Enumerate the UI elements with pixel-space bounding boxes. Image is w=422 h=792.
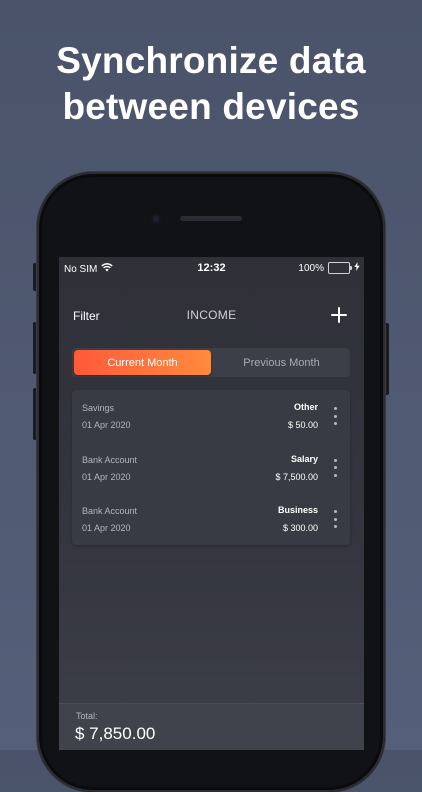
- promo-headline-line1: Synchronize data: [56, 40, 366, 81]
- promo-headline-line2: between devices: [62, 86, 360, 127]
- total-label: Total:: [76, 711, 98, 721]
- row-category: Salary: [290, 453, 318, 464]
- transaction-row[interactable]: Savings 01 Apr 2020 Other $ 50.00: [72, 390, 350, 442]
- add-button[interactable]: [328, 304, 350, 326]
- status-right: 100%: [298, 262, 360, 274]
- battery-icon: [328, 262, 352, 274]
- status-bar: No SIM 12:32 100%: [59, 257, 364, 279]
- row-account: Bank Account: [82, 506, 138, 517]
- more-vertical-icon[interactable]: [330, 458, 340, 477]
- period-segmented-control: Current Month Previous Month: [72, 348, 350, 377]
- total-footer: Total: $ 7,850.00: [59, 703, 364, 750]
- row-date: 01 Apr 2020: [82, 523, 131, 534]
- row-date: 01 Apr 2020: [82, 471, 131, 482]
- earpiece-speaker: [180, 216, 242, 221]
- promo-headline: Synchronize data between devices: [0, 38, 422, 130]
- app-screen: No SIM 12:32 100% Filter INCOME Current …: [59, 257, 364, 750]
- segment-previous-month[interactable]: Previous Month: [213, 348, 350, 377]
- transaction-list: Savings 01 Apr 2020 Other $ 50.00 Bank A…: [72, 390, 350, 546]
- total-value: $ 7,850.00: [75, 724, 156, 743]
- row-amount: $ 50.00: [287, 420, 318, 430]
- row-date: 01 Apr 2020: [82, 420, 131, 430]
- transaction-row[interactable]: Bank Account 01 Apr 2020 Business $ 300.…: [72, 493, 350, 545]
- row-amount: $ 7,500.00: [275, 471, 318, 482]
- row-account: Savings: [82, 403, 115, 413]
- segment-current-month[interactable]: Current Month: [74, 350, 211, 375]
- row-amount: $ 300.00: [282, 523, 318, 534]
- charging-bolt-icon: [354, 262, 360, 274]
- nav-bar: Filter INCOME: [59, 302, 364, 332]
- battery-percent: 100%: [298, 262, 324, 274]
- row-category: Other: [293, 402, 318, 412]
- transaction-row[interactable]: Bank Account 01 Apr 2020 Salary $ 7,500.…: [72, 442, 350, 494]
- plus-icon: [331, 307, 347, 323]
- row-category: Business: [277, 505, 318, 516]
- more-vertical-icon[interactable]: [330, 510, 340, 529]
- page-title: INCOME: [186, 308, 237, 322]
- row-account: Bank Account: [82, 454, 138, 465]
- front-camera: [151, 214, 161, 224]
- more-vertical-icon[interactable]: [330, 407, 340, 425]
